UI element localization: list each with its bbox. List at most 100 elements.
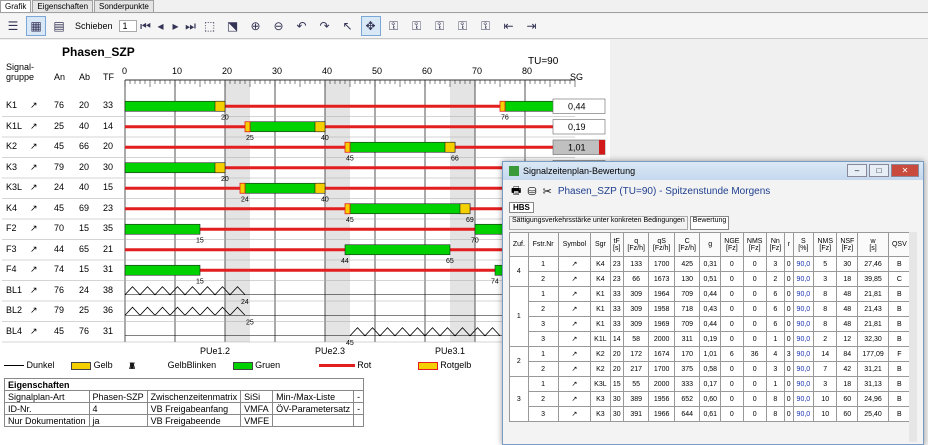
select-resize-icon[interactable]: ⬔	[223, 16, 243, 36]
value-cell: 709	[673, 286, 701, 302]
print-icon[interactable]: 🖶	[511, 182, 521, 201]
time-label: 74	[491, 278, 499, 285]
table-row[interactable]: 1 1 ↗ K1 33 309 1964 709 0,44 0 0 6 0 90,0 8 48 21,81 B	[509, 286, 912, 347]
value-cell: 1966	[648, 406, 675, 422]
first-icon[interactable]: ⏮	[140, 16, 152, 36]
select-rect-icon[interactable]: ⬚	[200, 16, 220, 36]
fstr-cell: 2	[527, 361, 559, 377]
column-header: NSF [Fz]	[836, 232, 859, 257]
tab-hbs[interactable]: HBS	[509, 202, 534, 213]
schieben-input[interactable]: 1	[118, 20, 137, 32]
value-cell: 309	[622, 286, 650, 302]
value-cell: 6	[720, 346, 744, 362]
next-icon[interactable]: ▸	[170, 16, 182, 36]
time-label: 44	[341, 258, 349, 265]
tab-eigenschaften[interactable]: Eigenschaften	[32, 0, 94, 12]
fstr-cell: 1	[527, 346, 559, 362]
table-row[interactable]: 2 ↗ K1 33 309 1958 718 0,43 0 0 6 0 90,0 8 48 21,43 B	[510, 301, 912, 317]
direction-icon: ↗	[30, 223, 38, 234]
value-cell: 8	[765, 406, 785, 422]
legend-rot-swatch	[318, 364, 355, 368]
value-cell: 0,17	[699, 376, 722, 392]
value-cell: 66	[622, 271, 650, 287]
sgr-cell: K4	[590, 256, 611, 272]
table-row[interactable]: 3 1 ↗ K3L 15 55 2000 333 0,17 0 0 1 0 90,0 3 18 31,13 B	[509, 376, 912, 422]
close-button[interactable]: ✕	[891, 164, 919, 177]
row-ab: 15	[79, 264, 90, 275]
table-row[interactable]: 3 ↗ K1L 14 58 2000 311 0,19 0 0 1 0 90,0 2 12 32,30 B	[510, 331, 912, 347]
tab-saettigung[interactable]: Sättigungsverkehrsstärke unter konkreten…	[509, 216, 688, 230]
green-bar	[244, 182, 326, 194]
value-cell: 391	[622, 406, 650, 422]
phase-label: PUe3.1	[435, 346, 465, 356]
prev-icon[interactable]: ◂	[155, 16, 167, 36]
export-icon[interactable]: ⛁	[527, 185, 536, 198]
tab-grafik[interactable]: Grafik	[0, 0, 32, 12]
sgr-cell: K2	[590, 346, 611, 362]
value-cell: 172	[622, 346, 650, 362]
value-cell: 55	[622, 376, 650, 392]
table-row[interactable]: 3 ↗ K3 30 391 1966 644 0,61 0 0 8 0 90,0 10 60 25,40 B	[510, 406, 912, 422]
table-row[interactable]: 3 ↗ K1 33 309 1969 709 0,44 0 0 6 0 90,0 8 48 21,81 B	[510, 316, 912, 332]
green-bar	[249, 121, 326, 133]
tab-sonderpunkte[interactable]: Sonderpunkte	[94, 0, 154, 12]
table-row[interactable]: 2 ↗ K3 30 389 1956 652 0,60 0 0 8 0 90,0 10 60 24,96 B	[510, 391, 912, 407]
zoom-out-icon[interactable]: ⊖	[269, 16, 289, 36]
value-cell: 24,96	[857, 391, 889, 407]
view-tabs: Grafik Eigenschaften Sonderpunkte	[0, 0, 928, 13]
value-cell: 90,0	[792, 271, 815, 287]
value-cell: B	[887, 301, 912, 317]
settings-icon[interactable]: ✂	[543, 185, 552, 198]
green-bar	[124, 162, 226, 174]
sgr-cell: K3	[590, 391, 611, 407]
tool-d-icon[interactable]: ⚿	[453, 16, 473, 36]
value-cell: 8	[813, 301, 838, 317]
arrow-left-icon[interactable]: ⇤	[499, 16, 519, 36]
minimize-button[interactable]: –	[847, 164, 867, 177]
row-name: F4	[6, 264, 17, 275]
row-ab: 20	[79, 100, 90, 111]
dialog-heading: Phasen_SZP (TU=90) - Spitzenstunde Morge…	[557, 185, 771, 197]
table-row[interactable]: 2 1 ↗ K2 20 172 1674 170 1,01 6 36 4 3 90,0 14 84 177,09…	[509, 346, 912, 377]
time-label: 76	[501, 114, 509, 121]
column-header: Sgr	[590, 232, 611, 257]
tick-label: 60	[422, 66, 432, 76]
move-icon[interactable]: ✥	[360, 16, 381, 36]
scrollbar[interactable]	[909, 232, 917, 442]
table-row[interactable]: 2 ↗ K2 20 217 1700 375 0,58 0 0 3 0 90,0 7 42 31,21 B	[510, 361, 912, 377]
green-bar	[124, 264, 201, 276]
tab-bewertung[interactable]: Bewertung	[689, 216, 730, 230]
timeline-view-icon[interactable]: ▦	[26, 16, 46, 36]
property-cell: ID-Nr.	[4, 402, 90, 415]
table-row[interactable]: 2 ↗ K4 23 66 1673 130 0,51 0 0 2 0 90,0 3 18 39,85 C	[510, 271, 912, 287]
undo-icon[interactable]: ↶	[292, 16, 312, 36]
redo-icon[interactable]: ↷	[315, 16, 335, 36]
list-view-icon[interactable]: ☰	[3, 16, 23, 36]
tool-b-icon[interactable]: ⚿	[407, 16, 427, 36]
tool-e-icon[interactable]: ⚿	[476, 16, 496, 36]
column-header: r	[783, 232, 794, 257]
legend-gelbblinken-swatch: /\/\/\/\	[129, 360, 135, 371]
zoom-in-icon[interactable]: ⊕	[246, 16, 266, 36]
maximize-button[interactable]: □	[869, 164, 889, 177]
arrow-right-icon[interactable]: ⇥	[522, 16, 542, 36]
table-row[interactable]: 4 1 ↗ K4 23 133 1700 425 0,31 0 0 3 0 90,0 5 30 27,46 B	[509, 256, 912, 287]
fstr-cell: 1	[527, 256, 559, 272]
tool-c-icon[interactable]: ⚿	[430, 16, 450, 36]
pointer-icon[interactable]: ↖	[338, 16, 358, 36]
column-header: Symbol	[557, 232, 592, 257]
sgr-cell: K1L	[590, 331, 611, 347]
column-header: w [s]	[857, 232, 889, 257]
sgr-cell: K3L	[590, 376, 611, 392]
grid-view-icon[interactable]: ▤	[49, 16, 69, 36]
redyellow-bar	[344, 141, 351, 153]
property-cell: ja	[88, 414, 148, 427]
value-cell: 217	[622, 361, 650, 377]
last-icon[interactable]: ⏭	[185, 16, 197, 36]
time-label: 69	[466, 217, 474, 224]
yellow-bar	[214, 162, 226, 174]
tool-a-icon[interactable]: ⚿	[384, 16, 404, 36]
value-cell: B	[887, 316, 912, 332]
dialog-title: Signalzeitenplan-Bewertung	[523, 166, 636, 176]
value-cell: 3	[765, 361, 785, 377]
